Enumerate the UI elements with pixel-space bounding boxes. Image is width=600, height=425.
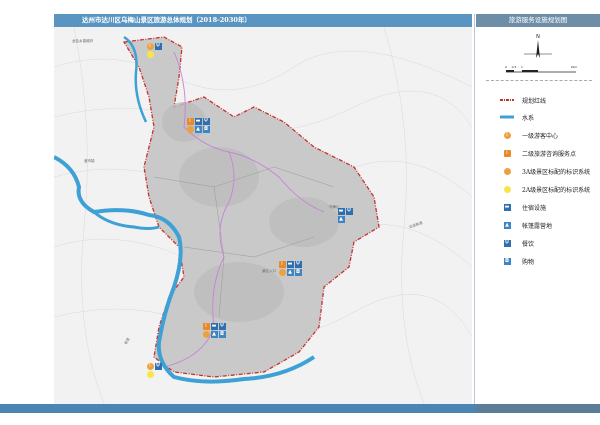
panel-title: 旅游服务设施规划图 bbox=[476, 14, 600, 27]
facility-cluster-east[interactable]: ▬ Ψ ▲ bbox=[337, 207, 357, 223]
label-northwest-town: 龙会乡镇政府 bbox=[72, 39, 93, 43]
facility-cluster-west[interactable]: i ▬ Ψ ▲ ◘ bbox=[186, 117, 214, 133]
shopping-icon: ◘ bbox=[202, 125, 210, 133]
label-west-town: 渡市镇 bbox=[84, 159, 95, 163]
facility-cluster-southwest[interactable]: i Ψ bbox=[146, 362, 166, 378]
shopping-icon: ◘ bbox=[294, 268, 302, 276]
info-icon: i bbox=[146, 362, 154, 370]
legend-item-lodging: ▬ 住宿设施 bbox=[503, 203, 547, 212]
fork-knife-icon: Ψ bbox=[154, 42, 162, 50]
fork-knife-icon: Ψ bbox=[503, 239, 511, 247]
bed-icon: ▬ bbox=[337, 207, 345, 215]
orange-info-square-icon: i bbox=[503, 149, 511, 157]
sign-icon bbox=[146, 370, 154, 378]
tent-icon: ▲ bbox=[337, 215, 345, 223]
tent-icon: ▲ bbox=[286, 268, 294, 276]
panel-divider bbox=[474, 14, 475, 404]
sign-icon bbox=[186, 125, 194, 133]
bed-icon: ▬ bbox=[286, 260, 294, 268]
north-arrow-icon bbox=[536, 40, 540, 58]
tent-icon: ▲ bbox=[210, 330, 218, 338]
sign-icon bbox=[146, 50, 154, 58]
orange-info-circle-icon: i bbox=[503, 131, 511, 139]
legend-item-info-point: i 二级旅游咨询服务点 bbox=[500, 146, 576, 160]
scale-label-2: 1 bbox=[521, 65, 523, 69]
bed-icon: ▬ bbox=[210, 322, 218, 330]
info-icon: i bbox=[278, 260, 286, 268]
legend-item-2a-sign: 2A级景区标配的标识系统 bbox=[500, 182, 590, 196]
info-icon: i bbox=[186, 117, 194, 125]
scale-label-1: 0.5 bbox=[512, 65, 517, 69]
sign-icon bbox=[278, 268, 286, 276]
map-svg bbox=[54, 27, 472, 404]
map-sheet: 达州市达川区乌梅山景区旅游总体规划（2018-2030年） 旅游服务设施规划图 bbox=[0, 0, 600, 425]
legend-item-dining: Ψ 餐饮 bbox=[503, 239, 535, 248]
bed-icon: ▬ bbox=[503, 203, 511, 211]
shopping-icon: ◘ bbox=[503, 257, 511, 265]
tent-icon: ▲ bbox=[194, 125, 202, 133]
map-title: 达州市达川区乌梅山景区旅游总体规划（2018-2030年） bbox=[54, 14, 472, 27]
red-dash-line-icon bbox=[500, 95, 514, 105]
label-center-b: 景区入口 bbox=[262, 269, 276, 273]
info-icon: i bbox=[202, 322, 210, 330]
scale-label-3: 2km bbox=[571, 65, 578, 69]
legend-item-redline: 规划红线 bbox=[500, 93, 546, 107]
legend-item-camping: ▲ 帐篷露营地 bbox=[503, 221, 553, 230]
legend-item-water: 水系 bbox=[500, 110, 534, 124]
fork-knife-icon: Ψ bbox=[294, 260, 302, 268]
orange-sign-circle-icon bbox=[503, 167, 511, 175]
facility-cluster-center[interactable]: i ▬ Ψ ▲ ◘ bbox=[278, 260, 306, 276]
fork-knife-icon: Ψ bbox=[202, 117, 210, 125]
shopping-icon: ◘ bbox=[218, 330, 226, 338]
bottom-band-right bbox=[476, 404, 600, 413]
info-icon: i bbox=[146, 42, 154, 50]
bottom-margin bbox=[0, 413, 600, 425]
fork-knife-icon: Ψ bbox=[218, 322, 226, 330]
yellow-circle-icon bbox=[503, 185, 511, 193]
compass-scale: N 0 0.5 1 2km bbox=[505, 34, 578, 73]
fork-knife-icon: Ψ bbox=[345, 207, 353, 215]
sign-icon bbox=[202, 330, 210, 338]
water-line-icon bbox=[500, 112, 514, 122]
legend-separator bbox=[486, 80, 592, 81]
bed-icon: ▬ bbox=[194, 117, 202, 125]
north-label: N bbox=[536, 34, 540, 40]
legend-item-visitor-center: i 一级游客中心 bbox=[500, 128, 558, 142]
legend-item-shopping: ◘ 购物 bbox=[503, 257, 535, 266]
fork-knife-icon: Ψ bbox=[154, 362, 162, 370]
facility-cluster-south[interactable]: i ▬ Ψ ▲ ◘ bbox=[202, 322, 230, 338]
map-canvas[interactable]: 龙会乡镇政府 渡市镇 达渝高速 省道 乌梅山 景区入口 i Ψ i ▬ Ψ ▲ … bbox=[54, 27, 472, 404]
scale-label-0: 0 bbox=[505, 65, 507, 69]
legend-item-3a-sign: 3A级景区标配的标识系统 bbox=[500, 164, 590, 178]
tent-icon: ▲ bbox=[503, 221, 511, 229]
facility-cluster-north[interactable]: i Ψ bbox=[146, 42, 166, 58]
